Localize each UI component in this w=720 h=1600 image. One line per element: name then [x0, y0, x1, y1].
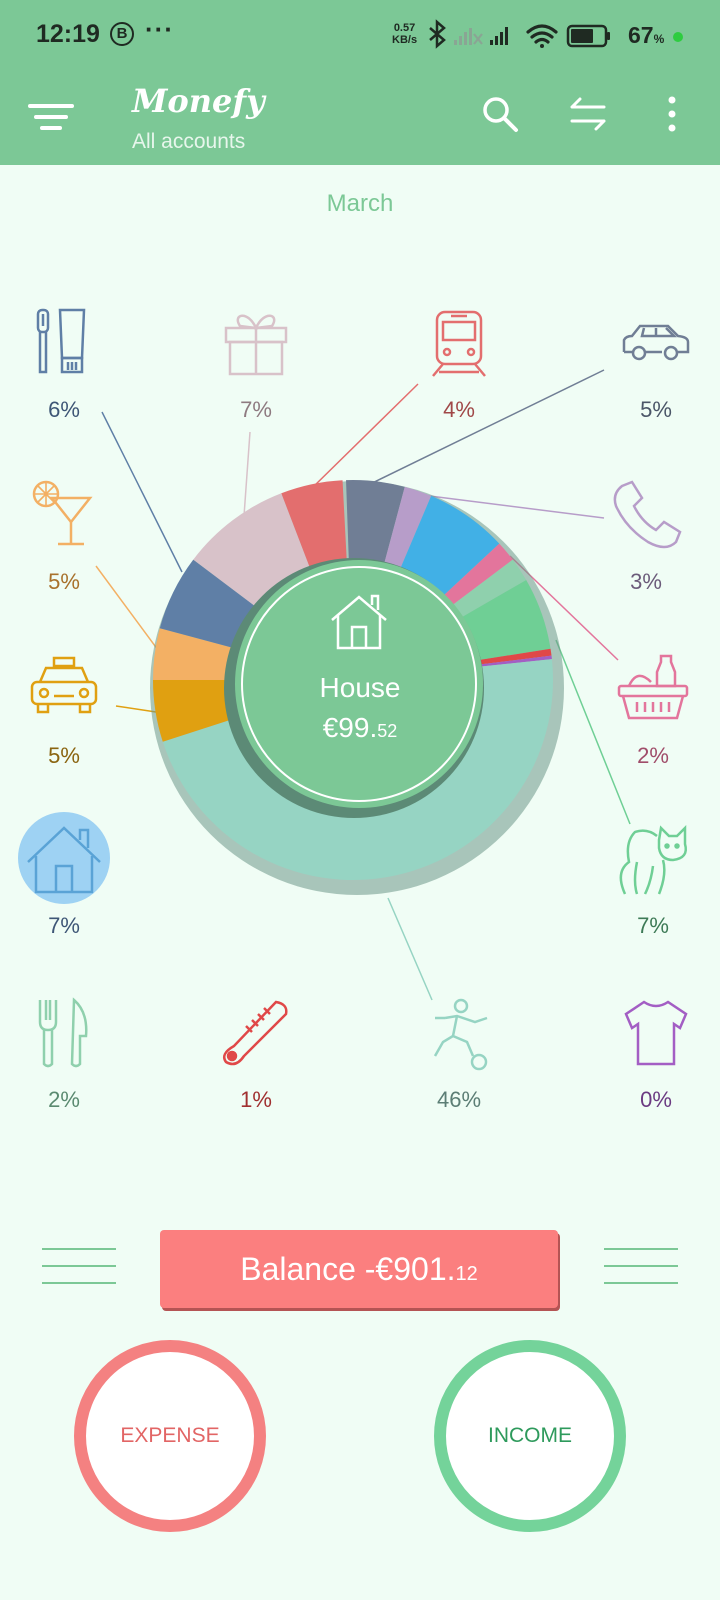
cocktail-icon [32, 480, 93, 546]
taxi-icon [30, 656, 98, 714]
toothbrush-toothpaste-icon [36, 308, 86, 374]
category-percent: 5% [48, 569, 80, 594]
category-percent: 1% [240, 1087, 272, 1112]
category-house[interactable]: 7% [9, 812, 119, 939]
amount-main: €99. [322, 712, 378, 743]
thermometer-icon [223, 1000, 288, 1066]
category-toiletry[interactable]: 6% [9, 306, 119, 423]
train-icon [432, 310, 486, 377]
leader-line [387, 897, 433, 1001]
gift-icon [224, 314, 288, 376]
category-sports[interactable]: 46% [404, 996, 514, 1113]
house-icon [18, 812, 110, 904]
category-donut-chart [95, 369, 631, 1001]
category-percent: 2% [637, 743, 669, 768]
soccer-player-icon [433, 998, 488, 1071]
category-percent: 2% [48, 1087, 80, 1112]
amount-cents: 52 [377, 721, 398, 741]
category-food[interactable]: 2% [598, 652, 708, 769]
leader-line [243, 431, 251, 517]
category-transport[interactable]: 4% [404, 306, 514, 423]
leader-line [309, 383, 419, 491]
add-expense-button[interactable]: EXPENSE [74, 1340, 266, 1532]
add-income-button[interactable]: INCOME [434, 1340, 626, 1532]
leader-line [115, 705, 157, 713]
category-percent: 6% [48, 397, 80, 422]
category-pets[interactable]: 7% [598, 822, 708, 939]
car-icon [622, 324, 690, 361]
phone-icon [613, 480, 682, 549]
category-gifts[interactable]: 7% [201, 306, 311, 423]
category-entertainment[interactable]: 5% [9, 478, 119, 595]
category-percent: 7% [637, 913, 669, 938]
category-percent: 46% [436, 1087, 482, 1112]
balance-amount: Balance -€901. [240, 1251, 456, 1287]
category-car[interactable]: 5% [601, 306, 711, 423]
category-percent: 0% [640, 1087, 672, 1112]
category-percent: 5% [640, 397, 672, 422]
center-label: House €99.52 [265, 672, 455, 744]
category-taxi[interactable]: 5% [9, 652, 119, 769]
fork-knife-icon [38, 997, 88, 1068]
tshirt-icon [624, 1000, 688, 1066]
category-percent: 5% [48, 743, 80, 768]
category-percent: 3% [630, 569, 662, 594]
selected-category-amount: €99.52 [265, 712, 455, 744]
left-menu-lines-icon[interactable] [42, 1248, 116, 1299]
selected-category-name: House [319, 672, 401, 703]
category-clothes[interactable]: 0% [601, 996, 711, 1113]
balance-button[interactable]: Balance -€901.12 [160, 1230, 558, 1308]
category-communications[interactable]: 3% [591, 478, 701, 595]
cat-icon [619, 824, 687, 895]
category-percent: 7% [240, 397, 272, 422]
category-eating-out[interactable]: 2% [9, 996, 119, 1113]
right-menu-lines-icon[interactable] [604, 1248, 678, 1299]
category-percent: 4% [443, 397, 475, 422]
grocery-basket-icon [617, 654, 689, 720]
category-health[interactable]: 1% [201, 996, 311, 1113]
category-percent: 7% [48, 913, 80, 938]
balance-cents: 12 [455, 1263, 478, 1285]
